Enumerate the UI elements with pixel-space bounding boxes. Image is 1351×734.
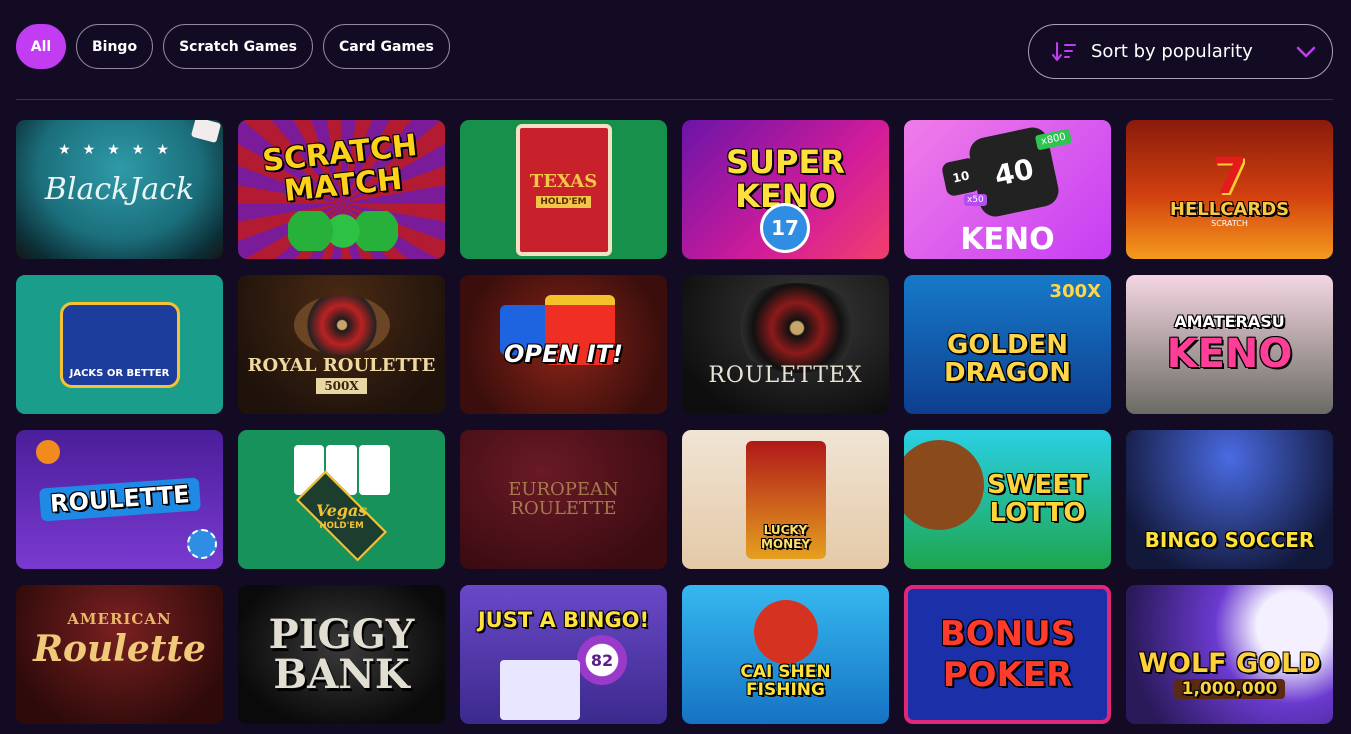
game-title: BONUS POKER <box>939 613 1076 695</box>
lucky-money-art: LUCKY MONEY <box>745 440 826 559</box>
game-title: PIGGY BANK <box>268 610 415 698</box>
game-title: ROULETTEX <box>708 362 863 388</box>
game-title: EUROPEAN ROULETTE <box>508 478 619 519</box>
filter-chip-scratch-games[interactable]: Scratch Games <box>163 24 313 69</box>
game-tile-american-roulette[interactable]: AMERICAN Roulette <box>16 585 223 724</box>
bingo-card <box>500 660 580 720</box>
money-bags-decoration <box>288 211 398 251</box>
game-title: SCRATCH MATCH <box>260 128 419 209</box>
game-title: GOLDEN DRAGON <box>944 330 1071 388</box>
game-tile-wolf-gold[interactable]: WOLF GOLD 1,000,000 <box>1126 585 1333 724</box>
game-title: AMERICAN <box>67 609 172 628</box>
bingo-ball: 82 <box>577 635 627 685</box>
game-title: JACKS OR BETTER <box>69 367 170 379</box>
game-title: ROULETTE <box>38 477 201 522</box>
game-title: OPEN IT! <box>503 339 624 368</box>
game-title: SWEET LOTTO <box>987 470 1088 528</box>
game-tile-bonus-poker[interactable]: BONUS POKER <box>904 585 1111 724</box>
filter-chip-all[interactable]: All <box>16 24 66 69</box>
game-title: JUST A BINGO! <box>477 607 650 632</box>
filter-chip-card-games[interactable]: Card Games <box>323 24 450 69</box>
jacks-badge: JACKS OR BETTER <box>59 301 180 388</box>
chip-decoration <box>36 440 60 464</box>
game-tile-super-keno[interactable]: SUPER KENO 17 <box>682 120 889 259</box>
game-tile-hellcards[interactable]: 7 HELLCARDS SCRATCH <box>1126 120 1333 259</box>
seven-decoration: 7 <box>1212 146 1247 205</box>
game-tile-blackjack[interactable]: ★★★★★ BlackJack <box>16 120 223 259</box>
game-tile-lucky-money[interactable]: LUCKY MONEY <box>682 430 889 569</box>
game-tile-piggy-bank[interactable]: PIGGY BANK <box>238 585 445 724</box>
game-tile-roulettex[interactable]: ROULETTEX <box>682 275 889 414</box>
character-decoration <box>753 599 818 664</box>
game-subtitle: KENO <box>1166 331 1293 377</box>
game-subtitle: Roulette <box>33 627 206 670</box>
chevron-down-icon <box>1296 46 1316 57</box>
sort-label: Sort by popularity <box>1091 41 1253 62</box>
card-decoration: TEXAS HOLD'EM <box>515 123 612 256</box>
small-die: 10 <box>940 156 982 198</box>
game-subtitle: 1,000,000 <box>1173 678 1286 699</box>
divider <box>16 99 1333 100</box>
game-tile-european-roulette[interactable]: EUROPEAN ROULETTE <box>460 430 667 569</box>
game-tile-just-a-bingo[interactable]: JUST A BINGO! 82 <box>460 585 667 724</box>
game-tile-roulette[interactable]: ROULETTE <box>16 430 223 569</box>
stars-decoration: ★★★★★ <box>58 142 181 158</box>
game-tile-sweet-lotto[interactable]: SWEET LOTTO <box>904 430 1111 569</box>
game-tile-keno[interactable]: 40 x800 10 x50 KENO <box>904 120 1111 259</box>
game-title: CAI SHEN FISHING <box>740 661 831 700</box>
category-filters: All Bingo Scratch Games Card Games <box>16 24 450 69</box>
chip-decoration <box>187 529 217 559</box>
game-subtitle: HOLD'EM <box>319 519 364 530</box>
game-title: TEXAS <box>529 171 598 192</box>
game-title: HELLCARDS <box>1169 198 1290 220</box>
game-tile-jacks-or-better[interactable]: JACKS OR BETTER <box>16 275 223 414</box>
game-tile-cai-shen-fishing[interactable]: CAI SHEN FISHING <box>682 585 889 724</box>
multiplier-label: 300X <box>1049 281 1101 302</box>
game-tile-vegas-holdem[interactable]: Vegas HOLD'EM <box>238 430 445 569</box>
roulette-wheel <box>293 294 390 355</box>
sort-icon <box>1052 41 1076 61</box>
game-title: BlackJack <box>44 171 195 207</box>
game-tile-open-it[interactable]: OPEN IT! <box>460 275 667 414</box>
game-title: BINGO SOCCER <box>1144 528 1315 552</box>
game-subtitle: SCRATCH <box>1211 219 1248 229</box>
games-grid: ★★★★★ BlackJack SCRATCH MATCH TEXAS HOLD… <box>16 120 1333 724</box>
game-tile-texas-holdem[interactable]: TEXAS HOLD'EM <box>460 120 667 259</box>
game-title: WOLF GOLD <box>1138 648 1321 680</box>
game-title: Vegas <box>315 501 368 520</box>
small-multiplier-badge: x50 <box>964 194 987 206</box>
game-title: AMATERASU <box>1174 312 1285 331</box>
filter-chip-bingo[interactable]: Bingo <box>76 24 154 69</box>
game-subtitle: HOLD'EM <box>536 196 591 208</box>
game-title: LUCKY MONEY <box>760 522 811 551</box>
game-tile-amaterasu-keno[interactable]: AMATERASU KENO <box>1126 275 1333 414</box>
game-subtitle: 500X <box>316 378 367 395</box>
game-title: KENO <box>960 221 1055 257</box>
card-decoration <box>190 120 222 144</box>
game-tile-royal-roulette[interactable]: ROYAL ROULETTE 500X <box>238 275 445 414</box>
roulette-wheel <box>732 283 862 373</box>
sort-dropdown[interactable]: Sort by popularity <box>1028 24 1333 79</box>
game-tile-bingo-soccer[interactable]: BINGO SOCCER <box>1126 430 1333 569</box>
keno-ball: 17 <box>760 203 810 253</box>
game-tile-scratch-match[interactable]: SCRATCH MATCH <box>238 120 445 259</box>
game-tile-golden-dragon[interactable]: 300X GOLDEN DRAGON <box>904 275 1111 414</box>
game-title: ROYAL ROULETTE <box>247 354 436 376</box>
